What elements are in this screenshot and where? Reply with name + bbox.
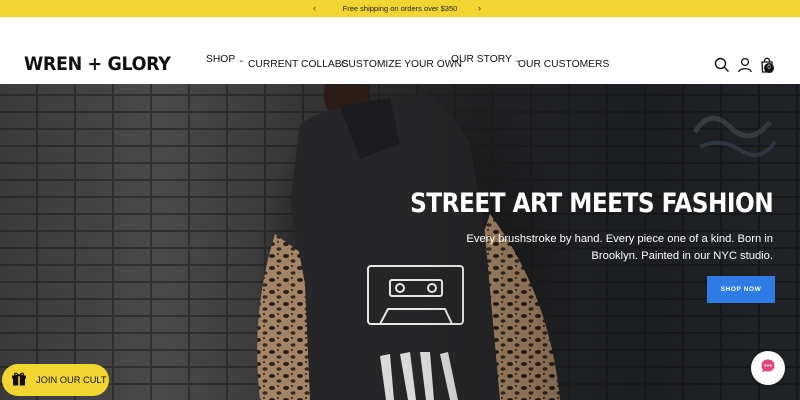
site-logo[interactable]: WREN + GLORY: [24, 53, 171, 75]
nav-label: CURRENT COLLABS: [248, 59, 349, 70]
chat-button[interactable]: [751, 351, 785, 385]
cart-icon[interactable]: 0: [759, 57, 775, 73]
nav-label: OUR STORY: [451, 54, 512, 65]
announcement-text: Free shipping on orders over $350: [342, 4, 458, 13]
chevron-down-icon: ⌄: [238, 56, 245, 64]
chevron-right-icon[interactable]: ›: [478, 3, 481, 13]
chat-icon: [760, 358, 776, 379]
nav-item-customize[interactable]: CUSTOMIZE YOUR OWN: [341, 59, 462, 70]
nav-label: CUSTOMIZE YOUR OWN: [341, 59, 462, 70]
join-cult-label: JOIN OUR CULT: [36, 375, 107, 385]
hero-subtitle: Every brushstroke by hand. Every piece o…: [466, 233, 773, 262]
shop-now-button[interactable]: SHOP NOW: [707, 276, 775, 303]
nav-item-our-customers[interactable]: OUR CUSTOMERS: [518, 59, 609, 70]
search-icon[interactable]: [714, 57, 730, 73]
nav-item-our-story[interactable]: OUR STORY ⌄: [451, 54, 521, 65]
nav-item-current-collabs[interactable]: CURRENT COLLABS: [248, 59, 349, 70]
hero-title: STREET ART MEETS FASHION: [409, 188, 774, 219]
hero-banner: STREET ART MEETS FASHION Every brushstro…: [0, 84, 800, 400]
gift-icon: [11, 371, 27, 389]
join-cult-button[interactable]: JOIN OUR CULT: [2, 364, 109, 396]
nav-item-shop[interactable]: SHOP ⌄: [206, 54, 244, 65]
nav-label: OUR CUSTOMERS: [518, 59, 610, 70]
site-header: WREN + GLORY SHOP ⌄ CURRENT COLLABS CUST…: [0, 17, 800, 84]
announcement-bar: ‹ Free shipping on orders over $350 ›: [0, 0, 800, 17]
nav-label: SHOP: [206, 54, 236, 65]
cart-count-badge: 0: [764, 63, 774, 73]
account-icon[interactable]: [737, 57, 753, 73]
chevron-left-icon[interactable]: ‹: [313, 3, 316, 13]
